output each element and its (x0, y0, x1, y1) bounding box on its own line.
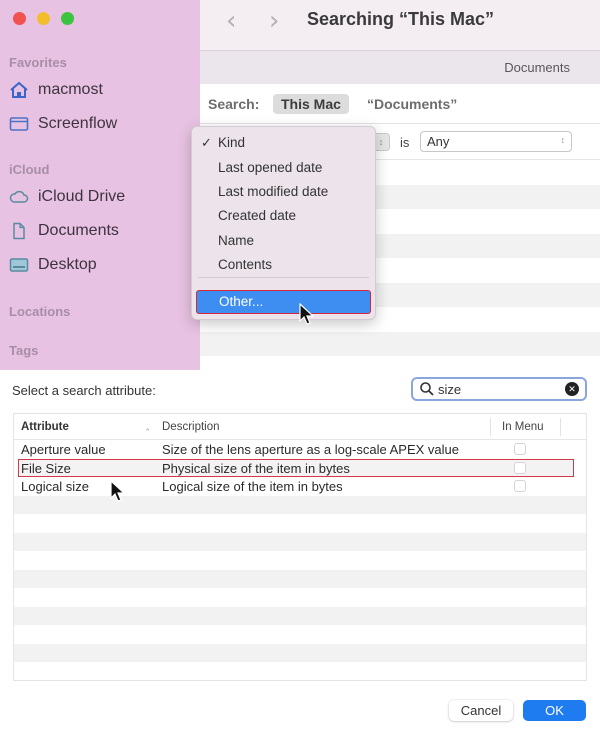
sidebar-item-label: Documents (38, 222, 119, 239)
finder-window: Favorites macmost Screenflow iCloud iClo… (0, 0, 600, 370)
sidebar: Favorites macmost Screenflow iCloud iClo… (0, 0, 200, 370)
home-icon (10, 81, 28, 98)
empty-row (14, 606, 586, 625)
ok-button[interactable]: OK (523, 700, 586, 721)
column-divider[interactable] (560, 418, 561, 436)
chevron-right-icon[interactable]: › (269, 6, 279, 36)
checkmark-icon: ✓ (201, 135, 212, 150)
cell-description: Logical size of the item in bytes (162, 479, 343, 494)
in-menu-checkbox[interactable] (514, 461, 526, 474)
criteria-value-select[interactable]: Any ↕ (420, 131, 572, 152)
sidebar-item-screenflow[interactable]: Screenflow (9, 115, 117, 133)
search-scope-bar: Search: This Mac “Documents” (200, 84, 600, 124)
scope-this-mac-button[interactable]: This Mac (273, 94, 349, 114)
empty-row (14, 495, 586, 514)
in-menu-checkbox[interactable] (514, 480, 526, 492)
sidebar-item-documents[interactable]: Documents (9, 222, 119, 240)
cell-description: Physical size of the item in bytes (162, 460, 350, 476)
window-controls (13, 12, 74, 25)
dialog-prompt: Select a search attribute: (12, 383, 156, 398)
empty-row (14, 625, 586, 644)
criteria-value: Any (427, 134, 450, 149)
menu-item-created-date[interactable]: Created date (218, 208, 296, 223)
sidebar-item-macmost[interactable]: macmost (9, 81, 103, 99)
search-attribute-dialog: Select a search attribute: ✕ Attribute ‸… (0, 370, 600, 735)
column-header-attribute[interactable]: Attribute (21, 421, 69, 433)
sidebar-section-tags[interactable]: Tags (9, 343, 38, 358)
mouse-pointer-icon (299, 303, 315, 325)
criteria-operator: is (400, 135, 410, 150)
attribute-popup-menu: ✓ Kind Last opened date Last modified da… (191, 126, 376, 320)
sidebar-section-favorites: Favorites (9, 55, 67, 70)
result-row (200, 356, 600, 370)
attribute-search-field[interactable]: ✕ (411, 377, 587, 401)
menu-separator (198, 277, 369, 278)
window-title: Searching “This Mac” (307, 9, 495, 29)
menu-item-other[interactable]: Other... (196, 290, 371, 314)
menu-item-name[interactable]: Name (218, 233, 254, 248)
menu-item-contents[interactable]: Contents (218, 257, 272, 272)
result-row (200, 331, 600, 356)
attribute-table: Attribute ‸ Description In Menu Aperture… (13, 413, 587, 681)
zoom-window-button[interactable] (61, 12, 74, 25)
sidebar-item-label: Desktop (38, 256, 97, 273)
path-bar-tab-documents[interactable]: Documents (504, 60, 570, 75)
sidebar-item-desktop[interactable]: Desktop (9, 256, 97, 274)
column-header-in-menu[interactable]: In Menu (502, 421, 544, 433)
updown-chevron-icon: ↕ (560, 135, 566, 145)
close-window-button[interactable] (13, 12, 26, 25)
empty-row (14, 532, 586, 551)
table-row[interactable]: Aperture value Size of the lens aperture… (14, 440, 586, 459)
sidebar-item-label: Screenflow (38, 115, 118, 132)
sidebar-section-icloud: iCloud (9, 162, 50, 177)
table-header: Attribute ‸ Description In Menu (14, 414, 586, 440)
scope-documents-button[interactable]: “Documents” (367, 96, 457, 112)
empty-row (14, 514, 586, 533)
path-bar: Documents (200, 50, 600, 84)
empty-row (14, 643, 586, 662)
title-bar: ‹ › Searching “This Mac” (200, 0, 600, 50)
table-row-highlighted[interactable]: File Size Physical size of the item in b… (18, 458, 574, 477)
cloud-icon (9, 190, 29, 203)
mouse-pointer-icon (110, 480, 126, 502)
cell-attribute: Aperture value (21, 442, 106, 457)
search-icon (420, 382, 434, 396)
empty-row (14, 662, 586, 680)
table-row[interactable]: Logical size Logical size of the item in… (14, 477, 586, 496)
sidebar-section-locations[interactable]: Locations (9, 304, 70, 319)
search-scope-label: Search: (208, 96, 260, 112)
cancel-button[interactable]: Cancel (449, 700, 513, 721)
sidebar-item-label: macmost (38, 81, 103, 98)
column-divider[interactable] (490, 418, 491, 436)
desktop-icon (9, 258, 29, 272)
menu-item-last-opened-date[interactable]: Last opened date (218, 160, 322, 175)
menu-item-last-modified-date[interactable]: Last modified date (218, 184, 328, 199)
sidebar-item-icloud-drive[interactable]: iCloud Drive (9, 188, 125, 206)
folder-icon (9, 117, 29, 131)
cell-attribute: File Size (21, 460, 71, 476)
in-menu-checkbox[interactable] (514, 443, 526, 455)
empty-row (14, 569, 586, 588)
empty-row (14, 681, 586, 682)
empty-row (14, 551, 586, 570)
cell-attribute: Logical size (21, 479, 89, 494)
column-header-description[interactable]: Description (162, 421, 220, 433)
document-icon (13, 222, 25, 240)
menu-item-kind[interactable]: Kind (218, 135, 245, 150)
sort-ascending-icon: ‸ (146, 420, 150, 431)
minimize-window-button[interactable] (37, 12, 50, 25)
sidebar-item-label: iCloud Drive (38, 188, 126, 205)
clear-search-icon[interactable]: ✕ (565, 382, 579, 396)
chevron-left-icon[interactable]: ‹ (226, 6, 236, 36)
attribute-search-input[interactable] (438, 381, 558, 398)
empty-row (14, 588, 586, 607)
cell-description: Size of the lens aperture as a log-scale… (162, 442, 460, 457)
